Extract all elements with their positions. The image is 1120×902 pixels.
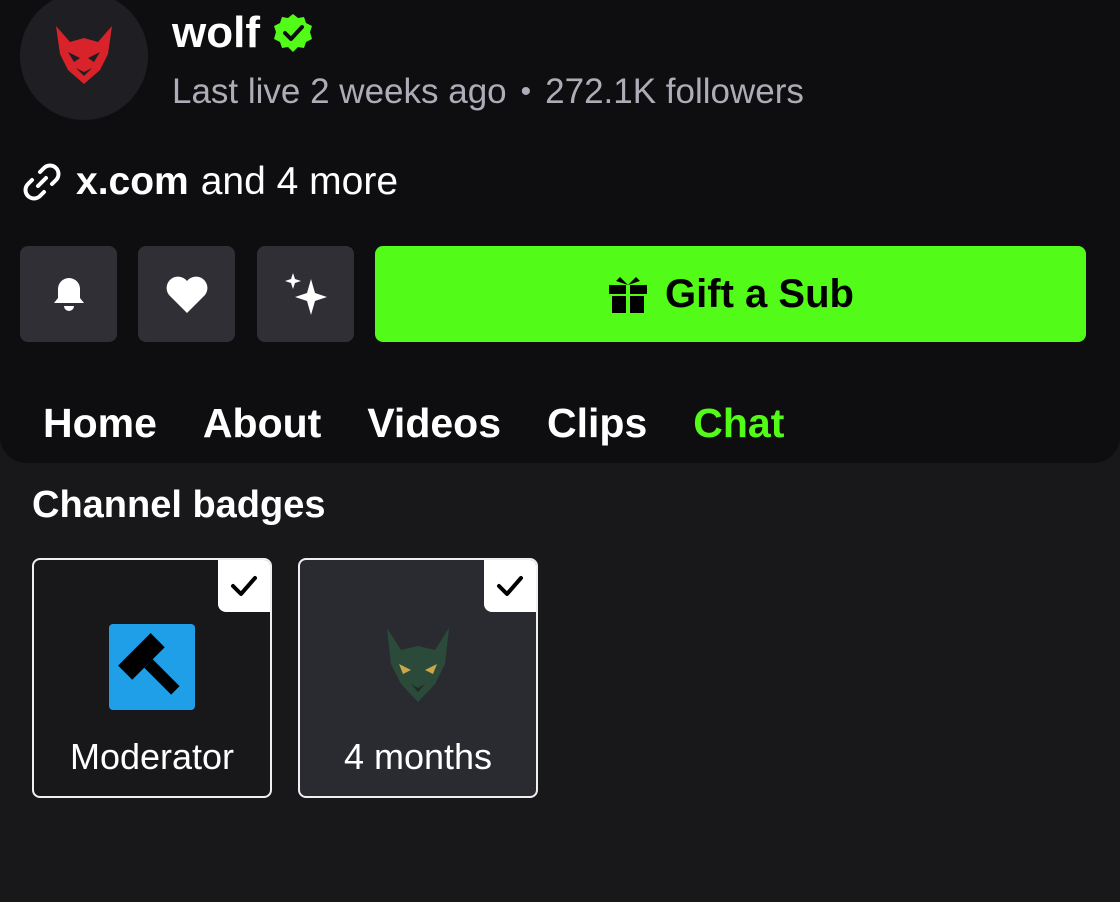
sparkle-button[interactable]	[257, 246, 354, 342]
wolf-badge-icon	[387, 628, 449, 702]
tab-videos[interactable]: Videos	[367, 400, 501, 447]
sparkle-icon	[284, 273, 327, 315]
hammer-icon	[109, 624, 195, 710]
channel-badges-title: Channel badges	[32, 484, 326, 526]
badge-card-moderator[interactable]: Moderator	[32, 558, 272, 798]
follow-button[interactable]	[138, 246, 235, 342]
gift-sub-label: Gift a Sub	[665, 271, 854, 316]
tab-home[interactable]: Home	[43, 400, 157, 447]
gift-icon	[609, 277, 648, 313]
wolf-logo-icon	[56, 26, 112, 84]
badge-card-4-months[interactable]: 4 months	[298, 558, 538, 798]
badge-label-moderator: Moderator	[69, 736, 235, 777]
link-more[interactable]: and 4 more	[201, 160, 398, 204]
badge-label-4-months: 4 months	[343, 736, 493, 777]
bell-icon	[53, 278, 84, 311]
channel-tabs: Home About Videos Clips Chat	[43, 400, 784, 447]
tab-about[interactable]: About	[203, 400, 321, 447]
check-icon	[497, 576, 523, 596]
link-primary[interactable]: x.com	[76, 160, 189, 204]
tab-clips[interactable]: Clips	[547, 400, 647, 447]
gift-sub-button[interactable]: Gift a Sub	[375, 246, 1086, 342]
followers-count: 272.1K followers	[545, 72, 804, 111]
selected-check	[218, 560, 270, 612]
link-icon	[23, 163, 61, 201]
check-icon	[231, 576, 257, 596]
moderator-badge-image	[109, 624, 195, 710]
subscriber-badge-image	[375, 624, 461, 710]
channel-name-text: wolf	[172, 8, 260, 57]
last-live-text: Last live 2 weeks ago	[172, 72, 507, 111]
notifications-button[interactable]	[20, 246, 117, 342]
channel-header: wolf Last live 2 weeks ago • 272.1K foll…	[0, 0, 1120, 463]
tab-chat[interactable]: Chat	[693, 400, 784, 447]
channel-name[interactable]: wolf	[172, 8, 314, 58]
heart-icon	[166, 276, 207, 313]
avatar[interactable]	[20, 0, 148, 120]
selected-check	[484, 560, 536, 612]
verified-icon	[273, 14, 312, 52]
channel-links[interactable]: x.com and 4 more	[20, 160, 398, 204]
separator-dot: •	[520, 75, 532, 108]
channel-stats: Last live 2 weeks ago • 272.1K followers	[172, 72, 804, 112]
